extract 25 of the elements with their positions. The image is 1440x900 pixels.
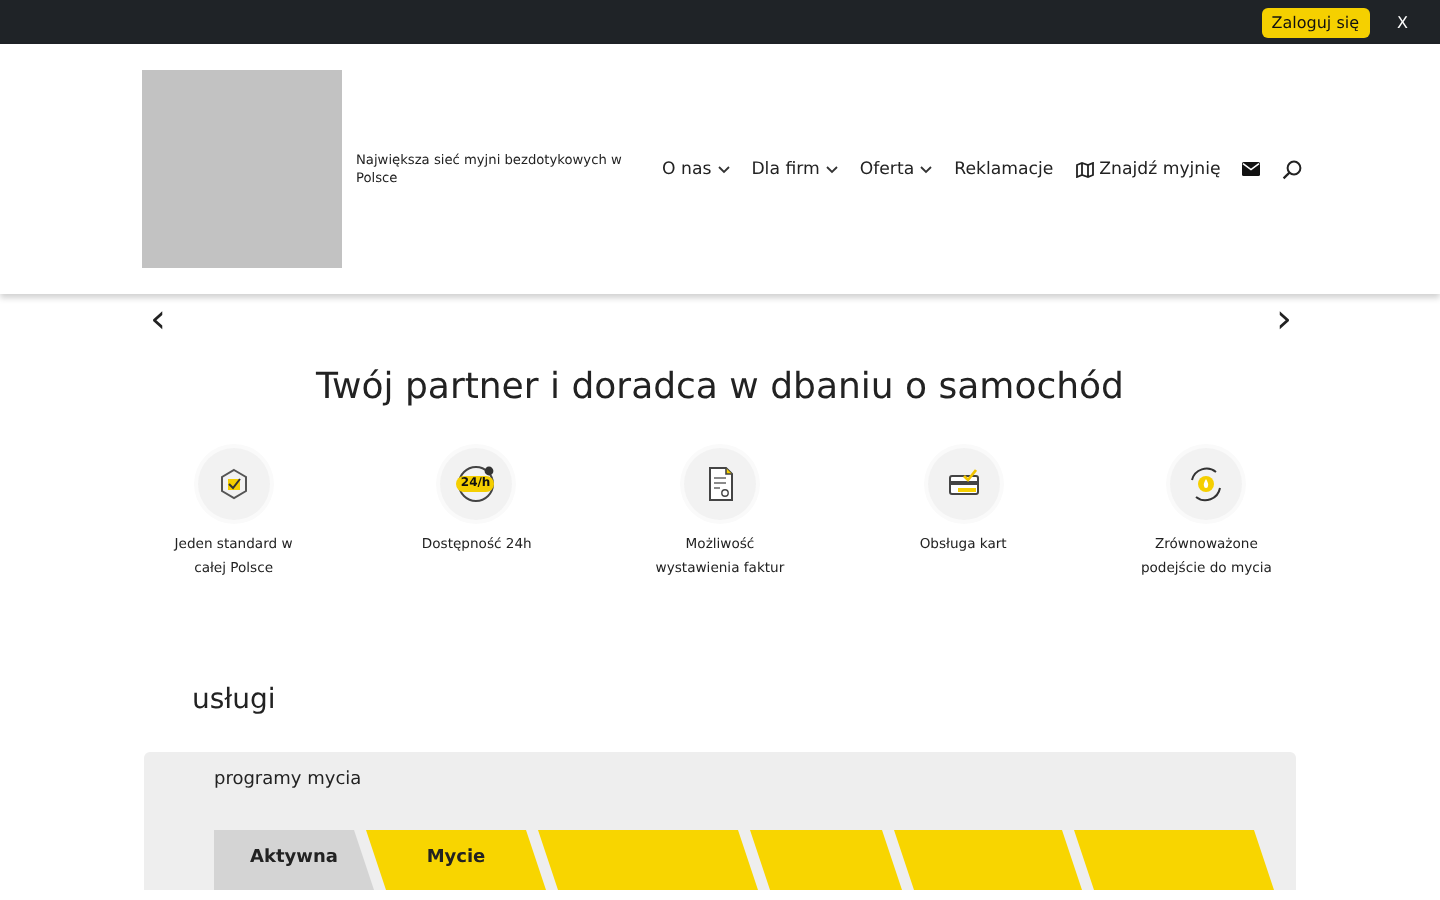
program-tab[interactable] xyxy=(1074,830,1274,890)
login-button[interactable]: Zaloguj się xyxy=(1261,7,1370,37)
chevron-down-icon xyxy=(825,165,838,173)
nav-link[interactable]: Znajdź myjnię xyxy=(1099,159,1221,179)
program-tab[interactable] xyxy=(538,830,758,890)
map-icon xyxy=(1075,161,1094,177)
nav-link[interactable]: Oferta xyxy=(859,159,915,179)
mail-icon[interactable] xyxy=(1242,162,1261,176)
panel-title: programy mycia xyxy=(214,770,364,790)
chevron-down-icon xyxy=(920,165,933,173)
program-tab[interactable] xyxy=(750,830,902,890)
nav-link[interactable]: O nas xyxy=(662,159,712,179)
nav-link[interactable]: Reklamacje xyxy=(954,159,1054,179)
close-button[interactable]: X xyxy=(1397,13,1408,31)
previous-arrow[interactable]: ‹ xyxy=(150,302,166,338)
program-tab[interactable] xyxy=(894,830,1082,890)
program-tab[interactable]: Mycie xyxy=(366,830,546,890)
logo-placeholder[interactable] xyxy=(142,70,342,268)
heading: Twój partner i doradca w dbaniu o samochód xyxy=(314,366,1126,408)
search-icon[interactable] xyxy=(1282,159,1303,179)
chevron-down-icon xyxy=(717,165,730,173)
program-tab[interactable]: Aktywna xyxy=(214,830,374,890)
next-arrow[interactable]: › xyxy=(1276,302,1292,338)
section-title: usługi xyxy=(192,684,278,716)
nav-link[interactable]: Dla firm xyxy=(751,159,820,179)
